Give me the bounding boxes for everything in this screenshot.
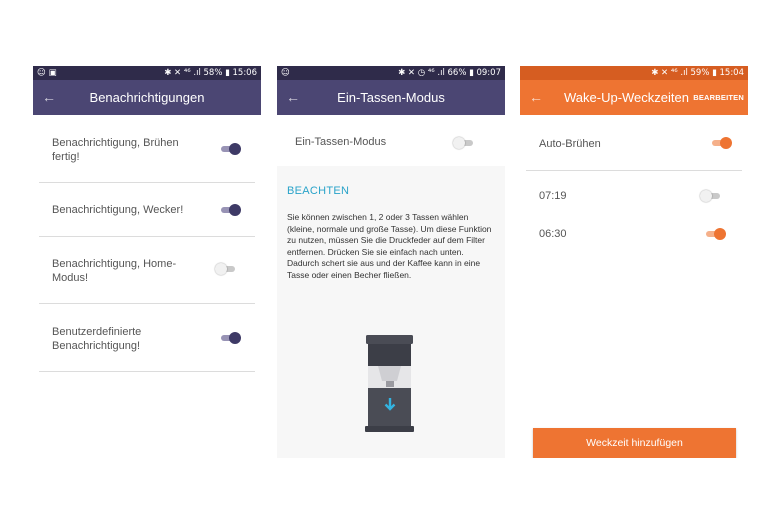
label-line: Benutzerdefinierte [52,326,142,338]
status-right: ✱ ✕ ◷ ⁴⁶ .ıl 66% ▮ 09:07 [398,68,501,78]
alarm-row[interactable]: 06:30 [520,228,748,256]
toggle-switch[interactable] [219,143,241,155]
one-cup-mode-row[interactable]: Ein-Tassen-Modus [277,115,505,166]
toggle-switch[interactable] [700,190,722,202]
back-arrow-icon[interactable]: ← [529,89,543,105]
setting-label: Benutzerdefinierte Benachrichtigung! [52,325,141,353]
label-line: fertig! [52,151,80,163]
back-arrow-icon[interactable]: ← [286,89,300,105]
setting-label: Auto-Brühen [539,138,601,150]
toggle-switch[interactable] [215,263,237,275]
toggle-switch[interactable] [219,332,241,344]
app-bar: ← Wake-Up-Weckzeiten BEARBEITEN [520,80,748,115]
label-line: Benachrichtigung, Home- [52,258,177,270]
toggle-switch[interactable] [219,204,241,216]
status-left: ☺ [281,68,290,78]
status-right: ✱ ✕ ⁴⁶ .ıl 59% ▮ 15:04 [651,68,744,78]
alarm-time: 07:19 [539,190,567,202]
setting-row-home-mode[interactable]: Benachrichtigung, Home- Modus! [39,237,255,304]
wake-up-times-screen: ✱ ✕ ⁴⁶ .ıl 59% ▮ 15:04 ← Wake-Up-Weckzei… [520,66,748,458]
label-line: Modus! [52,272,89,284]
status-bar: ☺ ✱ ✕ ◷ ⁴⁶ .ıl 66% ▮ 09:07 [277,66,505,80]
info-section: BEACHTEN Sie können zwischen 1, 2 oder 3… [277,166,505,458]
toggle-switch[interactable] [704,228,726,240]
auto-brew-row[interactable]: Auto-Brühen [526,115,742,171]
one-cup-mode-screen: ☺ ✱ ✕ ◷ ⁴⁶ .ıl 66% ▮ 09:07 ← Ein-Tassen-… [277,66,505,458]
info-heading: BEACHTEN [287,185,350,197]
screen-title: Benachrichtigungen [89,90,205,105]
status-left: ☺ ▣ [37,68,57,78]
setting-label: Benachrichtigung, Brühen fertig! [52,136,179,164]
setting-label: Ein-Tassen-Modus [295,136,387,148]
add-alarm-button[interactable]: Weckzeit hinzufügen [533,428,736,458]
setting-row-custom[interactable]: Benutzerdefinierte Benachrichtigung! [39,304,255,372]
setting-row-alarm[interactable]: Benachrichtigung, Wecker! [39,183,255,237]
setting-label: Benachrichtigung, Wecker! [52,204,184,216]
setting-label: Benachrichtigung, Home- Modus! [52,257,176,285]
status-bar: ☺ ▣ ✱ ✕ ⁴⁶ .ıl 58% ▮ 15:06 [33,66,261,80]
toggle-switch[interactable] [453,137,475,149]
setting-row-brew-done[interactable]: Benachrichtigung, Brühen fertig! [39,115,255,183]
app-bar: ← Ein-Tassen-Modus [277,80,505,115]
alarm-time: 06:30 [539,228,567,240]
screen-title: Ein-Tassen-Modus [337,90,445,105]
edit-button[interactable]: BEARBEITEN [693,93,744,102]
toggle-switch[interactable] [710,137,732,149]
label-line: Benachrichtigung! [52,340,141,352]
coffee-machine-icon [365,335,414,432]
alarm-row[interactable]: 07:19 [520,190,748,218]
notifications-screen: ☺ ▣ ✱ ✕ ⁴⁶ .ıl 58% ▮ 15:06 ← Benachricht… [33,66,261,458]
info-paragraph: Sie können zwischen 1, 2 oder 3 Tassen w… [287,212,492,280]
back-arrow-icon[interactable]: ← [42,89,56,105]
status-right: ✱ ✕ ⁴⁶ .ıl 58% ▮ 15:06 [164,68,257,78]
status-bar: ✱ ✕ ⁴⁶ .ıl 59% ▮ 15:04 [520,66,748,80]
app-bar: ← Benachrichtigungen [33,80,261,115]
label-line: Benachrichtigung, Brühen [52,137,179,149]
